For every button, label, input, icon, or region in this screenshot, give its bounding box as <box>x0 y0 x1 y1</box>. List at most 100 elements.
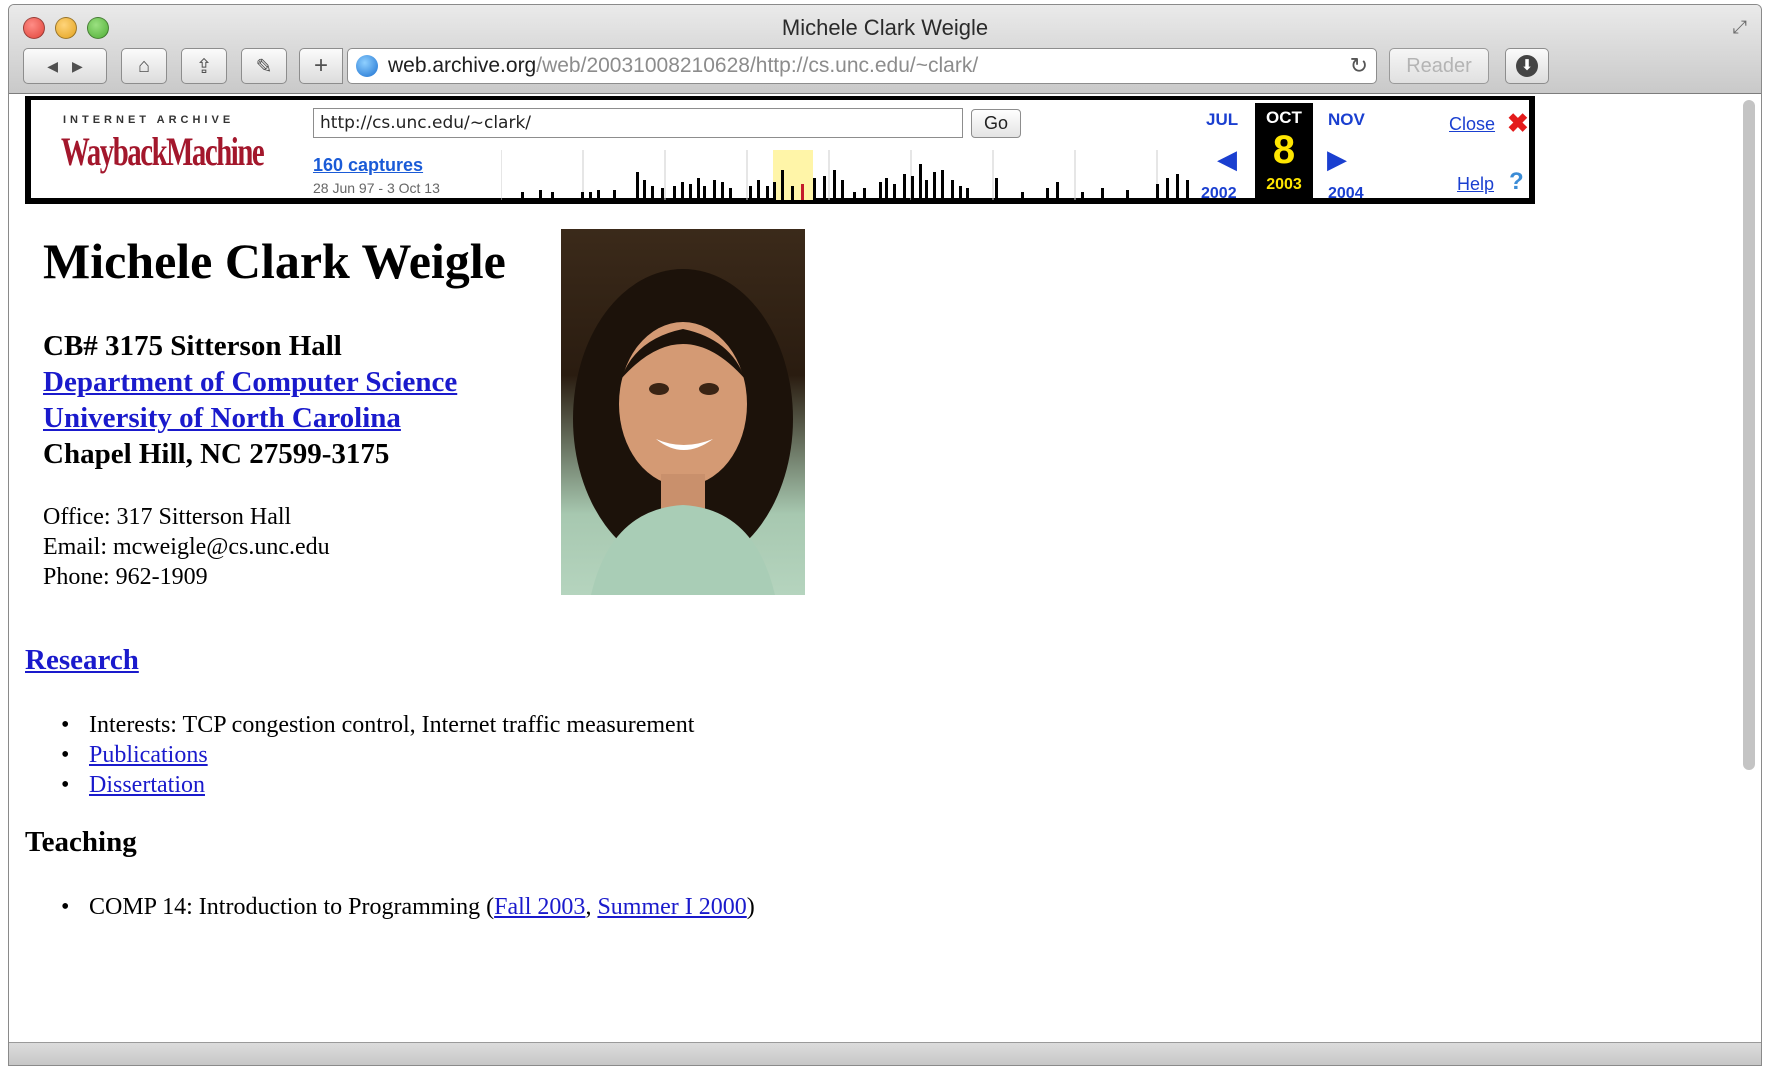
current-year: 2003 <box>1266 176 1302 193</box>
share-button[interactable]: ⇪ <box>181 48 227 84</box>
sparkline-bar <box>966 188 969 200</box>
email-text: Email: mcweigle@cs.unc.edu <box>43 534 330 560</box>
sparkline-bars <box>521 164 1189 200</box>
sparkline-bar <box>1056 182 1059 200</box>
sparkline-bar <box>703 186 706 200</box>
sparkline-bar <box>613 190 616 200</box>
next-year-link[interactable]: 2004 <box>1328 185 1364 203</box>
sparkline-bar <box>919 164 922 200</box>
sparkline-bar <box>636 172 639 200</box>
status-bar <box>9 1042 1761 1065</box>
title-bar: Michele Clark Weigle ⤢ ◀ ▶ ⌂ ⇪ ✎ + web.a… <box>9 5 1761 94</box>
current-capture: OCT 8 2003 <box>1255 103 1313 203</box>
prev-year-link[interactable]: 2002 <box>1201 185 1237 203</box>
plus-icon: + <box>313 52 328 79</box>
sparkline-bar <box>833 170 836 200</box>
captures-sparkline[interactable] <box>501 150 1201 200</box>
sparkline-bar <box>1101 188 1104 200</box>
address-bar[interactable]: web.archive.org/web/20031008210628/http:… <box>347 48 1377 84</box>
course-item: COMP 14: Introduction to Programming (Fa… <box>61 894 755 921</box>
research-heading-link[interactable]: Research <box>25 644 139 677</box>
address-line-1: CB# 3175 Sitterson Hall <box>43 330 342 362</box>
sparkline-bar <box>801 184 804 200</box>
sparkline-bar <box>1166 178 1169 200</box>
sparkline-bar <box>791 186 794 200</box>
downloads-button[interactable]: ⬇ <box>1505 48 1549 84</box>
sparkline-bar <box>1021 192 1024 200</box>
sparkline-bar <box>853 192 856 200</box>
download-icon: ⬇ <box>1516 55 1538 77</box>
sparkline-bar <box>581 192 584 200</box>
tools-button[interactable]: ✎ <box>241 48 287 84</box>
sparkline-bar <box>1081 192 1084 200</box>
dissertation-link[interactable]: Dissertation <box>89 772 205 798</box>
sparkline-bar <box>721 182 724 200</box>
prev-month-link[interactable]: JUL <box>1206 110 1238 130</box>
sparkline-bar <box>1186 180 1189 200</box>
wayback-logo[interactable]: WaybackMachine <box>61 128 265 175</box>
page-content: INTERNET ARCHIVE WaybackMachine Go 160 c… <box>9 94 1761 1049</box>
sparkline-bar <box>925 180 928 200</box>
sparkline-bar <box>841 180 844 200</box>
research-interests-item: Interests: TCP congestion control, Inter… <box>61 712 694 739</box>
sparkline-bar <box>1126 190 1129 200</box>
next-capture-arrow-icon[interactable]: ▶ <box>1327 144 1347 175</box>
current-month: OCT <box>1266 108 1302 127</box>
back-icon[interactable]: ◀ <box>47 58 58 75</box>
wrench-icon: ✎ <box>255 55 273 78</box>
sparkline-bar <box>757 180 760 200</box>
sparkline-bar <box>941 170 944 200</box>
fall-2003-link[interactable]: Fall 2003 <box>494 894 585 920</box>
window-title: Michele Clark Weigle <box>781 15 989 40</box>
captures-link[interactable]: 160 captures <box>313 155 423 176</box>
current-day: 8 <box>1272 128 1296 172</box>
close-x-icon[interactable]: ✖ <box>1507 108 1529 139</box>
fullscreen-icon[interactable]: ⤢ <box>1733 17 1747 38</box>
sparkline-bar <box>823 176 826 200</box>
wayback-toolbar: INTERNET ARCHIVE WaybackMachine Go 160 c… <box>25 96 1535 204</box>
wayback-close-link[interactable]: Close <box>1449 114 1495 135</box>
wayback-url-input[interactable] <box>313 108 963 138</box>
prev-capture-arrow-icon[interactable]: ◀ <box>1217 144 1237 175</box>
browser-window: Michele Clark Weigle ⤢ ◀ ▶ ⌂ ⇪ ✎ + web.a… <box>8 4 1762 1066</box>
home-icon: ⌂ <box>137 54 151 77</box>
address-line-2: Chapel Hill, NC 27599-3175 <box>43 438 390 470</box>
url-text[interactable]: web.archive.org/web/20031008210628/http:… <box>388 54 978 78</box>
sparkline-bar <box>911 176 914 200</box>
profile-photo <box>561 229 805 595</box>
back-forward-button[interactable]: ◀ ▶ <box>23 48 107 84</box>
sparkline-bar <box>1046 188 1049 200</box>
wayback-go-button[interactable]: Go <box>971 109 1021 138</box>
sparkline-bar <box>673 186 676 200</box>
vertical-scrollbar[interactable] <box>1743 100 1755 770</box>
list-item: Dissertation <box>61 772 205 799</box>
summer-2000-link[interactable]: Summer I 2000 <box>597 894 746 920</box>
sparkline-bar <box>643 180 646 200</box>
next-month-link[interactable]: NOV <box>1328 110 1365 130</box>
sparkline-bar <box>651 186 654 200</box>
wayback-logo-caption: INTERNET ARCHIVE <box>63 114 235 126</box>
sparkline-bar <box>749 186 752 200</box>
teaching-heading: Teaching <box>25 826 137 858</box>
university-link[interactable]: University of North Carolina <box>43 402 401 435</box>
wayback-help-link[interactable]: Help <box>1457 174 1494 195</box>
reload-icon[interactable]: ↻ <box>1350 53 1368 79</box>
sparkline-bar <box>781 170 784 200</box>
publications-link[interactable]: Publications <box>89 742 208 768</box>
course-suffix: ) <box>746 894 755 920</box>
add-bookmark-button[interactable]: + <box>299 48 343 84</box>
page-title: Michele Clark Weigle <box>43 233 506 289</box>
sparkline-bar <box>681 182 684 200</box>
sparkline-bar <box>697 178 700 200</box>
forward-icon[interactable]: ▶ <box>72 58 83 75</box>
help-question-icon[interactable]: ? <box>1509 168 1524 196</box>
sparkline-bar <box>903 174 906 200</box>
reader-button[interactable]: Reader <box>1389 48 1489 84</box>
sparkline-bar <box>933 172 936 200</box>
sparkline-bar <box>863 188 866 200</box>
course-text: COMP 14: Introduction to Programming ( <box>89 894 495 920</box>
captures-range: 28 Jun 97 - 3 Oct 13 <box>313 180 440 196</box>
home-button[interactable]: ⌂ <box>121 48 167 84</box>
department-link[interactable]: Department of Computer Science <box>43 366 457 399</box>
globe-icon <box>356 55 378 77</box>
